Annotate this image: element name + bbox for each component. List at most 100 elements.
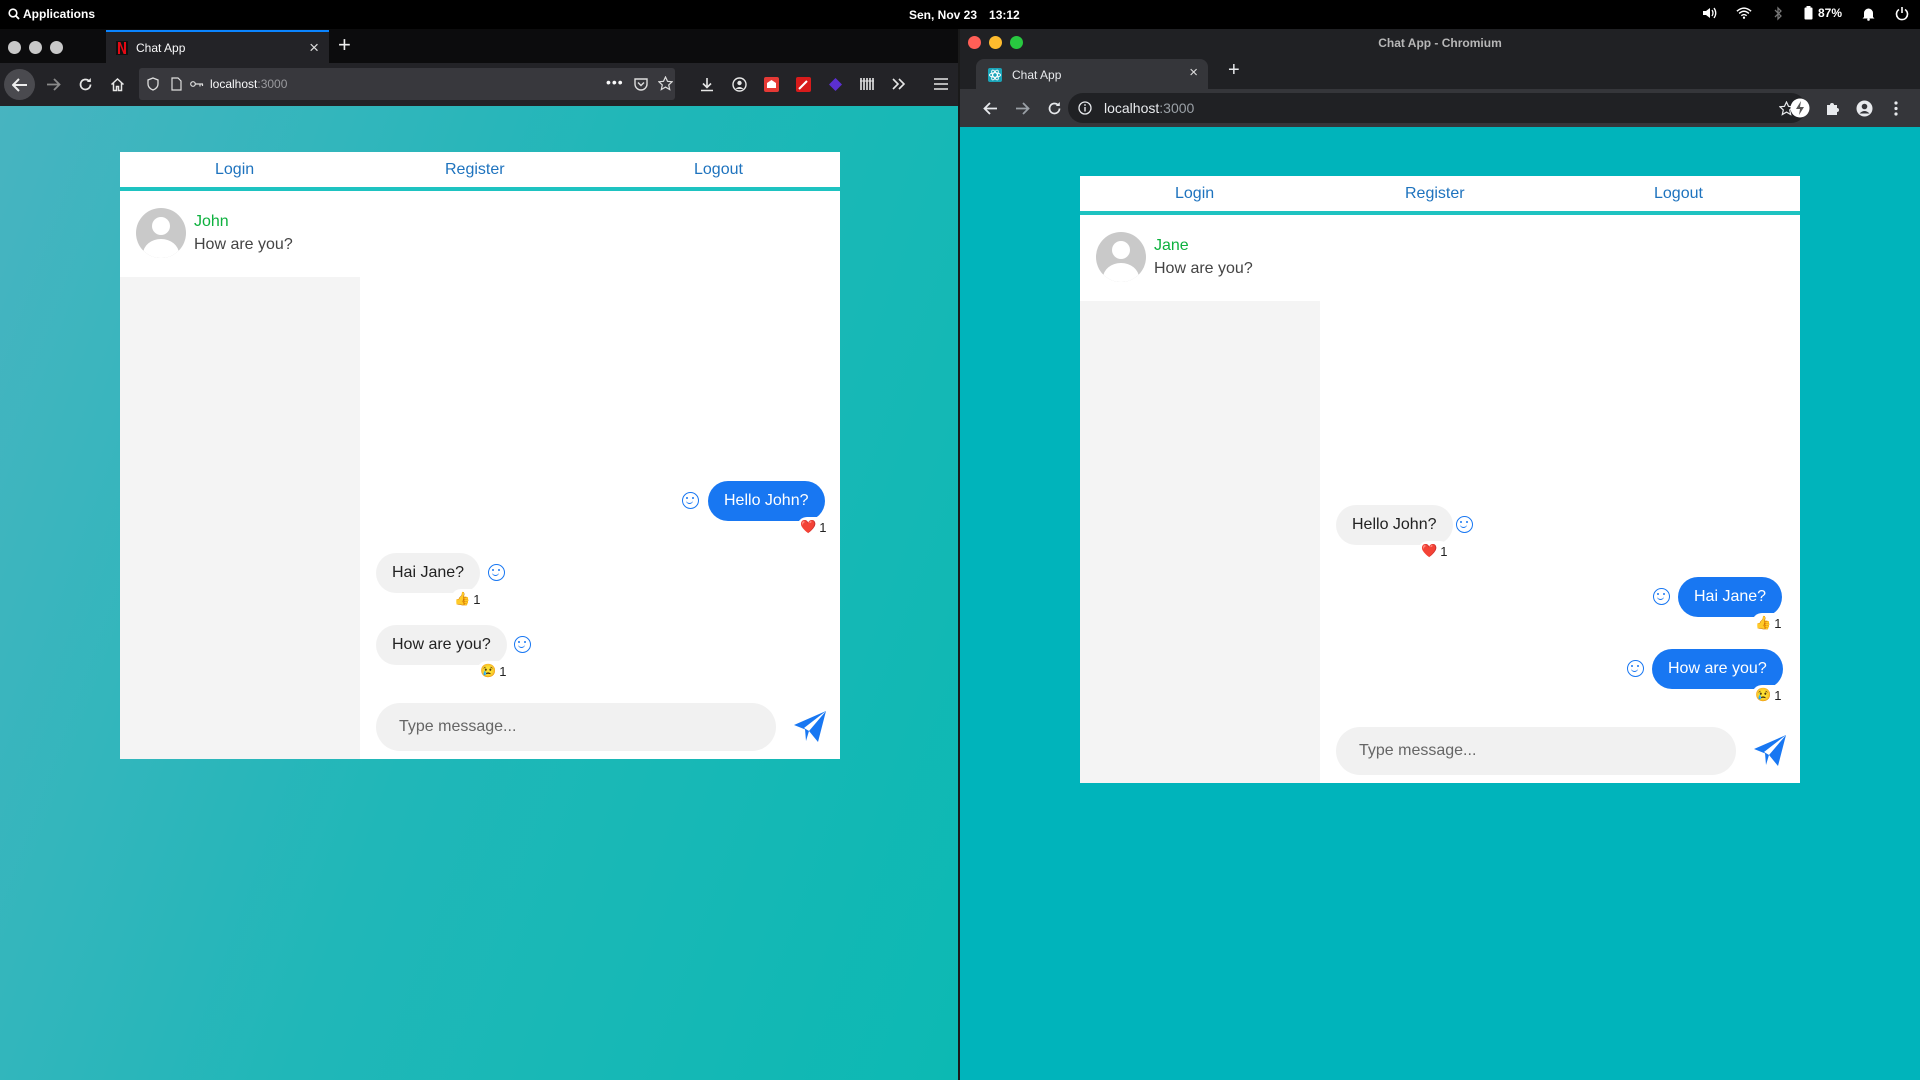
contacts-sidebar bbox=[120, 277, 360, 759]
reaction-picker-icon[interactable] bbox=[1653, 588, 1670, 605]
info-icon bbox=[1078, 101, 1092, 115]
window-maximize-button[interactable] bbox=[50, 41, 63, 54]
chrome-menu-icon[interactable] bbox=[1885, 97, 1907, 119]
back-button[interactable] bbox=[979, 97, 1001, 119]
firefox-tab-chat-app[interactable]: Chat App × bbox=[106, 30, 329, 63]
window-title: Chat App - Chromium bbox=[1378, 36, 1502, 50]
extension-lightning-icon[interactable] bbox=[1789, 97, 1811, 119]
message-reaction: 😢 1 bbox=[1752, 685, 1785, 705]
new-tab-button[interactable]: + bbox=[1228, 59, 1240, 82]
arrow-left-icon bbox=[11, 77, 27, 92]
close-tab-icon[interactable]: × bbox=[1189, 64, 1198, 81]
downloads-button[interactable] bbox=[696, 73, 718, 95]
login-link[interactable]: Login bbox=[1175, 185, 1214, 203]
window-maximize-button[interactable] bbox=[1010, 36, 1023, 49]
key-icon bbox=[190, 81, 204, 87]
login-link[interactable]: Login bbox=[215, 161, 254, 179]
account-button[interactable] bbox=[728, 73, 750, 95]
window-close-button[interactable] bbox=[968, 36, 981, 49]
profile-button[interactable] bbox=[1853, 97, 1875, 119]
arrow-right-icon bbox=[1015, 101, 1030, 115]
register-link[interactable]: Register bbox=[1405, 185, 1465, 203]
clock[interactable]: Sen, Nov 23 13:12 bbox=[909, 8, 1020, 22]
reaction-picker-icon[interactable] bbox=[514, 636, 531, 653]
reaction-picker-icon[interactable] bbox=[682, 492, 699, 509]
heart-reaction-icon: ❤️ bbox=[1421, 543, 1438, 558]
date-label: Sen, Nov 23 bbox=[909, 8, 978, 22]
new-tab-button[interactable]: + bbox=[338, 32, 351, 58]
logout-link[interactable]: Logout bbox=[1654, 185, 1703, 203]
system-tray: 87% bbox=[1702, 5, 1910, 21]
reaction-count: 1 bbox=[819, 519, 827, 535]
chat-app-john-view: Login Register Logout John How are you? … bbox=[120, 152, 840, 759]
firefox-navigation-bar: localhost:3000 ••• bbox=[0, 63, 960, 106]
applications-menu[interactable]: Applications bbox=[8, 7, 95, 21]
url-text: localhost:3000 bbox=[1104, 100, 1194, 116]
message-input[interactable]: Type message... bbox=[376, 703, 776, 751]
bluetooth-icon[interactable] bbox=[1770, 5, 1786, 21]
overflow-chevrons-icon[interactable] bbox=[888, 73, 910, 95]
applications-label: Applications bbox=[23, 7, 96, 21]
reaction-picker-icon[interactable] bbox=[1456, 516, 1473, 533]
volume-icon[interactable] bbox=[1702, 5, 1718, 21]
send-icon[interactable] bbox=[792, 709, 828, 745]
logout-link[interactable]: Logout bbox=[694, 161, 743, 179]
register-link[interactable]: Register bbox=[445, 161, 505, 179]
arrow-right-icon bbox=[46, 77, 61, 91]
message-bubble[interactable]: Hello John? bbox=[708, 481, 825, 521]
address-bar[interactable]: localhost:3000 ••• bbox=[139, 68, 675, 100]
extension-pen-icon[interactable] bbox=[792, 73, 814, 95]
contact-item[interactable]: Jane How are you? bbox=[1080, 215, 1800, 295]
battery-indicator[interactable]: 87% bbox=[1804, 6, 1842, 20]
library-icon bbox=[860, 78, 874, 90]
page-actions-icon[interactable]: ••• bbox=[606, 74, 624, 90]
back-button[interactable] bbox=[4, 69, 35, 100]
reaction-picker-icon[interactable] bbox=[488, 564, 505, 581]
message-bubble[interactable]: Hello John? bbox=[1336, 505, 1453, 545]
reload-button[interactable] bbox=[74, 73, 96, 95]
pocket-icon[interactable] bbox=[634, 77, 648, 91]
power-icon[interactable] bbox=[1894, 5, 1910, 21]
tab-title: Chat App bbox=[1012, 67, 1062, 82]
reload-icon bbox=[1048, 101, 1060, 114]
contact-name: Jane bbox=[1154, 237, 1189, 254]
app-nav: Login Register Logout bbox=[120, 152, 840, 191]
chromium-tab-chat-app[interactable]: Chat App × bbox=[976, 59, 1208, 90]
bookmark-star-icon[interactable] bbox=[658, 76, 673, 91]
message-bubble[interactable]: Hai Jane? bbox=[376, 553, 481, 593]
system-top-panel: Applications Sen, Nov 23 13:12 87% bbox=[0, 0, 1920, 29]
contact-name: John bbox=[194, 213, 229, 230]
chromium-tab-bar: Chat App × + bbox=[960, 57, 1920, 90]
message-bubble[interactable]: How are you? bbox=[376, 625, 507, 665]
message-input[interactable]: Type message... bbox=[1336, 727, 1736, 775]
reload-button[interactable] bbox=[1043, 97, 1065, 119]
message-bubble[interactable]: How are you? bbox=[1652, 649, 1783, 689]
wifi-icon[interactable] bbox=[1736, 5, 1752, 21]
window-close-button[interactable] bbox=[8, 41, 21, 54]
extension-red-icon[interactable] bbox=[760, 73, 782, 95]
extensions-puzzle-icon[interactable] bbox=[1821, 97, 1843, 119]
forward-button[interactable] bbox=[1011, 97, 1033, 119]
battery-percent: 87% bbox=[1817, 6, 1842, 20]
url-host: localhost bbox=[210, 77, 258, 91]
notifications-icon[interactable] bbox=[1860, 5, 1876, 21]
reaction-picker-icon[interactable] bbox=[1627, 660, 1644, 677]
extension-purple-icon[interactable] bbox=[824, 73, 846, 95]
chat-app-jane-view: Login Register Logout Jane How are you? … bbox=[1080, 176, 1800, 783]
reaction-count: 1 bbox=[1774, 687, 1782, 703]
send-icon[interactable] bbox=[1752, 733, 1788, 769]
window-minimize-button[interactable] bbox=[989, 36, 1002, 49]
close-tab-icon[interactable]: × bbox=[309, 38, 319, 58]
forward-button[interactable] bbox=[42, 73, 64, 95]
window-minimize-button[interactable] bbox=[29, 41, 42, 54]
library-button[interactable] bbox=[856, 73, 878, 95]
menu-button[interactable] bbox=[930, 73, 952, 95]
address-bar[interactable]: localhost:3000 bbox=[1068, 93, 1806, 123]
avatar bbox=[136, 208, 186, 258]
message-reaction: 😢 1 bbox=[477, 661, 510, 681]
message-reaction: 👍 1 bbox=[1752, 613, 1785, 633]
contact-item[interactable]: John How are you? bbox=[120, 191, 840, 271]
message-bubble[interactable]: Hai Jane? bbox=[1678, 577, 1783, 617]
thumbs-up-reaction-icon: 👍 bbox=[454, 591, 471, 606]
home-button[interactable] bbox=[106, 73, 128, 95]
